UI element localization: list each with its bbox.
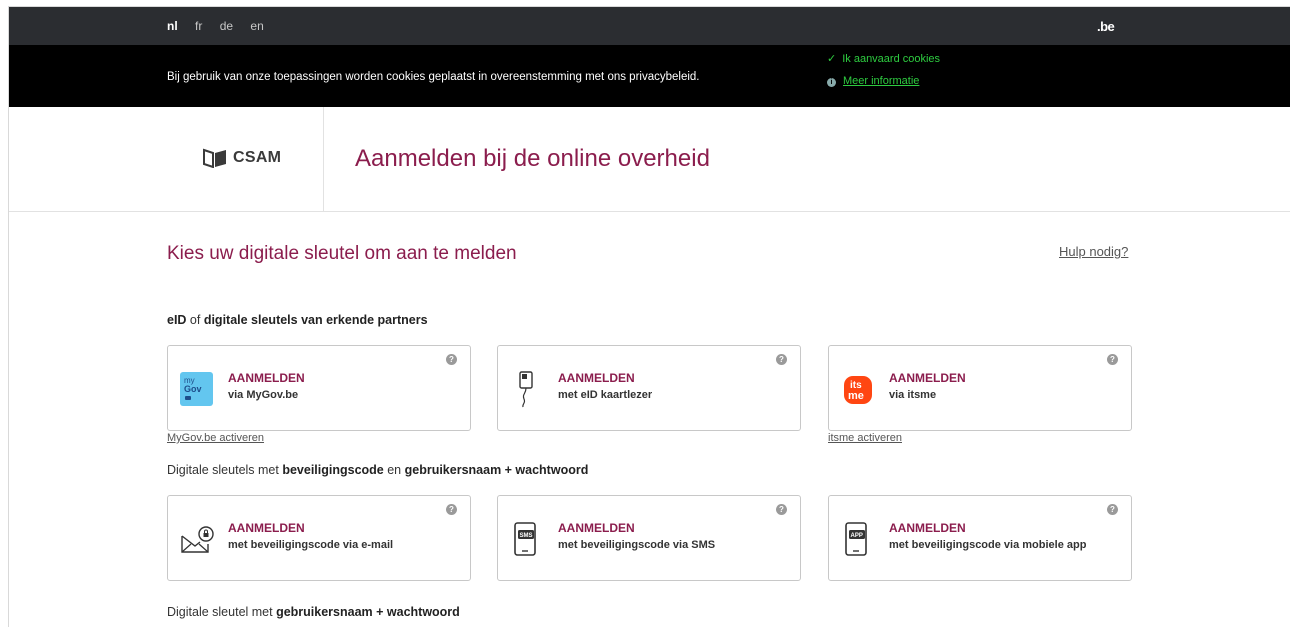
- question-mark-icon[interactable]: ?: [1107, 504, 1118, 515]
- card-subtitle: met beveiligingscode via mobiele app: [889, 539, 1087, 551]
- more-info-label: Meer informatie: [843, 75, 920, 87]
- card-subtitle: via MyGov.be: [228, 389, 299, 401]
- itsme-me-text: me: [848, 390, 864, 402]
- page-title: Aanmelden bij de online overheid: [355, 145, 710, 172]
- sms-phone-icon: SMS: [510, 520, 544, 558]
- card-title: AANMELDEN: [889, 371, 966, 385]
- be-logo[interactable]: .be: [1097, 19, 1115, 34]
- mygov-icon: my Gov: [180, 370, 214, 408]
- section2-b: beveiligingscode: [282, 463, 384, 477]
- itsme-icon: its me: [841, 370, 875, 408]
- email-lock-icon: [180, 520, 214, 558]
- choose-key-heading: Kies uw digitale sleutel om aan te melde…: [167, 243, 517, 264]
- mygov-gov-text: Gov: [184, 384, 202, 394]
- help-link[interactable]: Hulp nodig?: [1059, 244, 1128, 259]
- question-mark-icon[interactable]: ?: [776, 354, 787, 365]
- login-card-sms[interactable]: ? SMS AANMELDEN met beveiligingscode via…: [497, 495, 801, 581]
- csam-logo-icon: [203, 148, 226, 168]
- more-info-link[interactable]: i Meer informatie: [827, 75, 919, 87]
- card-subtitle: met beveiligingscode via e-mail: [228, 539, 394, 551]
- card-title: AANMELDEN: [558, 371, 635, 385]
- section-eid-b: of: [186, 313, 204, 327]
- lang-fr[interactable]: fr: [195, 19, 202, 33]
- lang-en[interactable]: en: [250, 19, 263, 33]
- card-subtitle: met beveiligingscode via SMS: [558, 539, 716, 551]
- card-subtitle: via itsme: [889, 389, 937, 401]
- question-mark-icon[interactable]: ?: [446, 354, 457, 365]
- login-card-app[interactable]: ? APP AANMELDEN met beveiligingscode via…: [828, 495, 1132, 581]
- page-header: CSAM Aanmelden bij de online overheid: [9, 107, 1290, 212]
- question-mark-icon[interactable]: ?: [446, 504, 457, 515]
- login-card-itsme[interactable]: ? its me AANMELDEN via itsme: [828, 345, 1132, 431]
- section-eid-a: eID: [167, 313, 187, 327]
- question-mark-icon[interactable]: ?: [776, 504, 787, 515]
- card-title: AANMELDEN: [228, 521, 305, 535]
- card-subtitle: met eID kaartlezer: [558, 389, 653, 401]
- section-username-label: Digitale sleutel met gebruikersnaam + wa…: [167, 605, 460, 619]
- section3-a: Digitale sleutel met: [167, 605, 277, 619]
- checkmark-icon: ✓: [827, 53, 837, 65]
- lang-nl[interactable]: nl: [167, 19, 178, 33]
- language-switcher: nl fr de en: [167, 19, 278, 33]
- section2-d: gebruikersnaam + wachtwoord: [404, 463, 589, 477]
- login-card-email[interactable]: ? AANMELDEN met beveiligingscode via e-m…: [167, 495, 471, 581]
- lang-de[interactable]: de: [220, 19, 233, 33]
- question-mark-icon[interactable]: ?: [1107, 354, 1118, 365]
- cookie-banner: Bij gebruik van onze toepassingen worden…: [9, 45, 1290, 107]
- header-divider: [323, 107, 324, 211]
- card-title: AANMELDEN: [228, 371, 305, 385]
- csam-logo[interactable]: CSAM: [203, 148, 281, 168]
- card-title: AANMELDEN: [889, 521, 966, 535]
- section-security-code-label: Digitale sleutels met beveiligingscode e…: [167, 463, 588, 477]
- section-eid-c: digitale sleutels van erkende partners: [203, 313, 428, 327]
- app-phone-icon: APP: [841, 520, 875, 558]
- mygov-activate-link[interactable]: MyGov.be activeren: [167, 432, 264, 444]
- top-bar: nl fr de en .be: [9, 7, 1290, 45]
- card-reader-icon: [510, 370, 544, 408]
- section-eid-label: eID of digitale sleutels van erkende par…: [167, 313, 428, 327]
- section3-b: gebruikersnaam + wachtwoord: [276, 605, 460, 619]
- itsme-activate-link[interactable]: itsme activeren: [828, 432, 902, 444]
- csam-logo-text: CSAM: [233, 149, 282, 166]
- browser-viewport: nl fr de en .be Bij gebruik van onze toe…: [8, 6, 1290, 627]
- login-card-mygov[interactable]: ? my Gov AANMELDEN via MyGov.be: [167, 345, 471, 431]
- cookie-text: Bij gebruik van onze toepassingen worden…: [167, 71, 700, 83]
- accept-cookies-link[interactable]: ✓ Ik aanvaard cookies: [827, 52, 940, 65]
- accept-cookies-label: Ik aanvaard cookies: [842, 53, 941, 65]
- info-icon: i: [827, 78, 836, 87]
- sms-text: SMS: [520, 533, 533, 539]
- section2-a: Digitale sleutels met: [167, 463, 283, 477]
- card-title: AANMELDEN: [558, 521, 635, 535]
- login-card-eid[interactable]: ? AANMELDEN met eID kaartlezer: [497, 345, 801, 431]
- app-text: APP: [851, 533, 863, 539]
- section2-c: en: [383, 463, 405, 477]
